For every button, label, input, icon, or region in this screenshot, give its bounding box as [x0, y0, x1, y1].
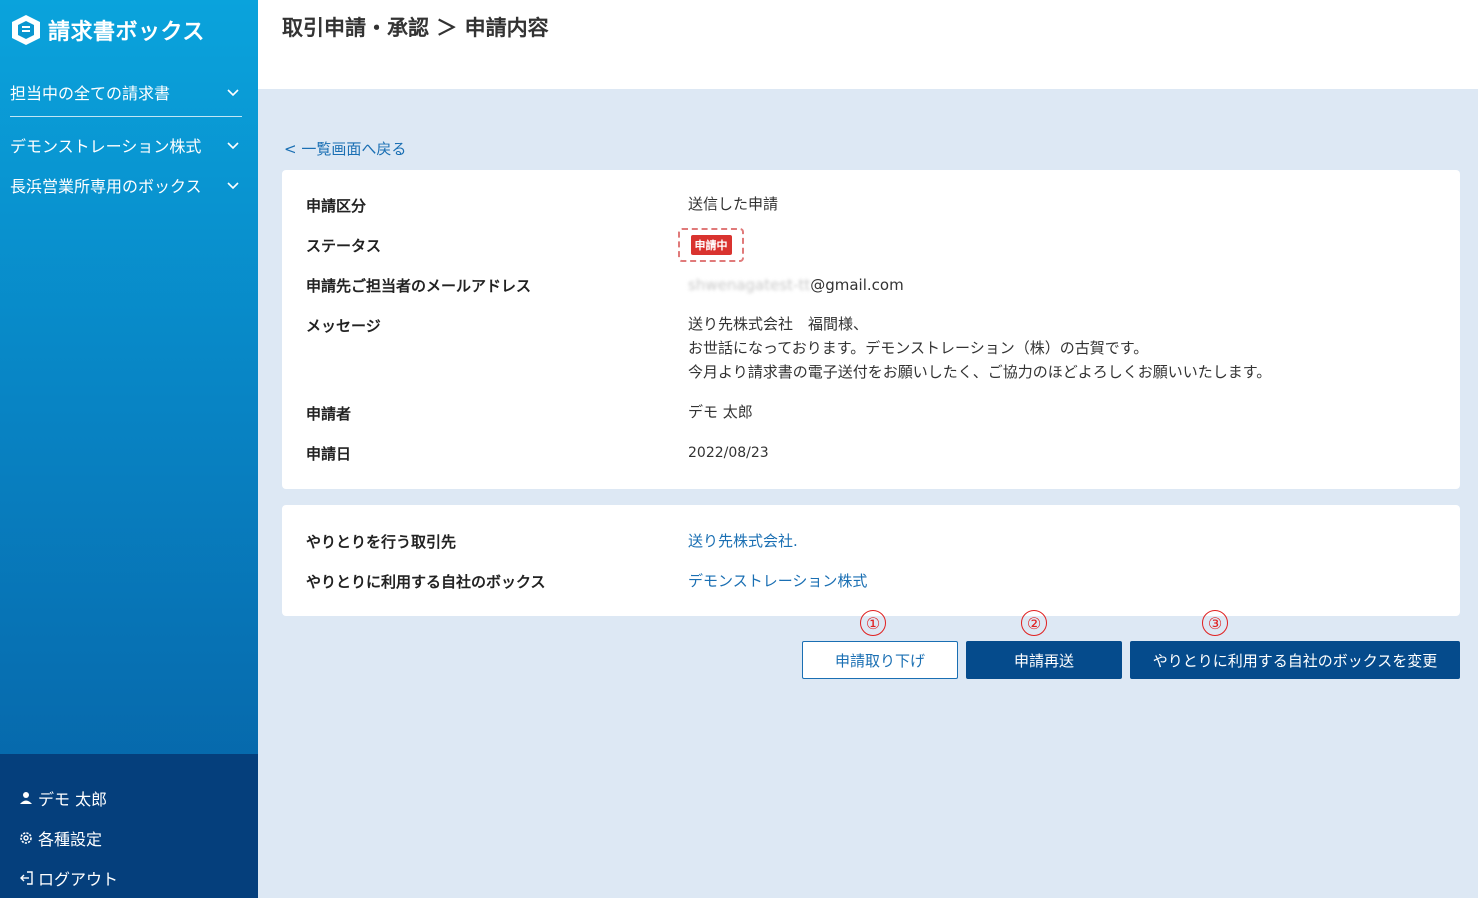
- gear-icon: [20, 832, 32, 844]
- settings-link[interactable]: 各種設定: [18, 826, 102, 850]
- own-box-link[interactable]: デモンストレーション株式: [688, 569, 867, 593]
- user-icon: [20, 792, 32, 804]
- app-logo[interactable]: 請求書ボックス: [10, 12, 205, 48]
- email-masked-part: shwenagatest-tt: [688, 276, 811, 294]
- logout-icon: [20, 871, 33, 885]
- status-label: ステータス: [306, 237, 382, 255]
- email-value: shwenagatest-tt@gmail.com: [688, 273, 904, 297]
- partner-card: やりとりを行う取引先 送り先株式会社. やりとりに利用する自社のボックス デモン…: [282, 505, 1460, 616]
- logo-icon: [12, 15, 40, 45]
- sidebar-divider: [10, 116, 242, 117]
- sidebar-item-label: デモンストレーション株式: [10, 137, 202, 156]
- sidebar-item-demonstration[interactable]: デモンストレーション株式: [0, 125, 258, 165]
- sidebar-item-label: 長浜営業所専用のボックス: [10, 177, 202, 196]
- application-type-label: 申請区分: [306, 197, 367, 215]
- status-badge: 申請中: [690, 235, 732, 255]
- change-own-box-button[interactable]: やりとりに利用する自社のボックスを変更: [1130, 641, 1460, 679]
- sidebar-item-nagahama-box[interactable]: 長浜営業所専用のボックス: [0, 165, 258, 205]
- back-to-list-link[interactable]: < 一覧画面へ戻る: [284, 138, 406, 159]
- sidebar: 請求書ボックス 担当中の全ての請求書 デモンストレーション株式 長浜営業所専用の…: [0, 0, 258, 898]
- logout-link[interactable]: ログアウト: [18, 866, 118, 890]
- partner-link[interactable]: 送り先株式会社.: [688, 529, 798, 553]
- applicant-value: デモ 太郎: [688, 403, 753, 421]
- application-details-card: 申請区分 送信した申請 ステータス 申請中 申請先ご担当者のメールアドレス sh…: [282, 170, 1460, 489]
- chevron-down-icon: [227, 142, 239, 150]
- withdraw-application-button[interactable]: 申請取り下げ: [802, 641, 958, 679]
- resend-application-button[interactable]: 申請再送: [966, 641, 1122, 679]
- page-title: 取引申請・承認 ＞ 申請内容: [282, 16, 549, 40]
- annotation-marker-1: ①: [860, 610, 886, 636]
- app-root: 請求書ボックス 担当中の全ての請求書 デモンストレーション株式 長浜営業所専用の…: [0, 0, 1478, 898]
- settings-label: 各種設定: [38, 830, 103, 849]
- annotation-marker-2: ②: [1021, 610, 1047, 636]
- chevron-down-icon: [227, 89, 239, 97]
- message-line: 送り先株式会社 福間様、: [688, 315, 869, 333]
- sidebar-item-all-invoices[interactable]: 担当中の全ての請求書: [0, 72, 258, 112]
- logout-label: ログアウト: [38, 870, 119, 889]
- email-label: 申請先ご担当者のメールアドレス: [306, 277, 532, 295]
- partner-label: やりとりを行う取引先: [306, 533, 457, 551]
- user-name: デモ 太郎: [38, 790, 108, 809]
- email-domain: @gmail.com: [810, 276, 904, 294]
- application-date-label: 申請日: [306, 445, 352, 463]
- chevron-down-icon: [227, 182, 239, 190]
- application-type-value: 送信した申請: [688, 195, 779, 213]
- message-label: メッセージ: [306, 317, 381, 335]
- message-body: 送り先株式会社 福間様、 お世話になっております。デモンストレーション（株）の古…: [688, 312, 1271, 384]
- page-header: 取引申請・承認 ＞ 申請内容: [258, 0, 1478, 89]
- sidebar-item-label: 担当中の全ての請求書: [10, 84, 171, 103]
- application-date-value: 2022/08/23: [688, 445, 769, 461]
- app-name: 請求書ボックス: [48, 20, 205, 45]
- message-line: お世話になっております。デモンストレーション（株）の古賀です。: [688, 339, 1149, 357]
- applicant-label: 申請者: [306, 405, 352, 423]
- user-menu[interactable]: デモ 太郎: [18, 786, 107, 810]
- own-box-label: やりとりに利用する自社のボックス: [306, 573, 546, 591]
- status-highlight: 申請中: [678, 228, 744, 262]
- sidebar-bottom-panel: デモ 太郎 各種設定 ログアウト: [0, 754, 258, 898]
- annotation-marker-3: ③: [1202, 610, 1228, 636]
- message-line: 今月より請求書の電子送付をお願いしたく、ご協力のほどよろしくお願いいたします。: [688, 363, 1272, 381]
